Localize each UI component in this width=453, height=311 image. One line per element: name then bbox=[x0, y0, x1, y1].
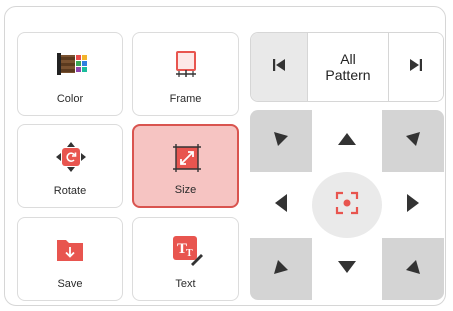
pattern-navigator: All Pattern bbox=[250, 32, 444, 102]
arrow-down-icon bbox=[337, 260, 357, 279]
center-focus-icon bbox=[335, 191, 359, 220]
text-tool-icon: T T bbox=[171, 234, 203, 266]
text-button[interactable]: T T Text bbox=[132, 217, 239, 301]
frame-button-label: Frame bbox=[169, 93, 202, 105]
move-left-button[interactable] bbox=[250, 172, 312, 238]
arrow-right-icon bbox=[406, 193, 420, 218]
save-folder-icon bbox=[55, 234, 85, 264]
arrow-up-icon bbox=[337, 132, 357, 151]
previous-pattern-button[interactable] bbox=[251, 33, 308, 101]
rotate-button-label: Rotate bbox=[53, 185, 87, 197]
color-button[interactable]: Color bbox=[17, 32, 123, 116]
pattern-label-line1: All bbox=[340, 51, 356, 67]
color-button-label: Color bbox=[56, 93, 84, 105]
size-button-label: Size bbox=[174, 184, 197, 196]
pattern-label: All Pattern bbox=[307, 33, 389, 101]
arrow-up-right-icon bbox=[404, 130, 422, 153]
svg-text:T: T bbox=[186, 248, 193, 259]
arrow-down-left-icon bbox=[272, 258, 290, 281]
direction-pad bbox=[250, 110, 444, 300]
move-right-button[interactable] bbox=[382, 172, 444, 238]
move-down-left-button[interactable] bbox=[250, 238, 312, 300]
move-down-button[interactable] bbox=[312, 238, 382, 300]
resize-icon bbox=[171, 142, 201, 172]
arrow-up-left-icon bbox=[272, 130, 290, 153]
rotate-icon bbox=[55, 141, 86, 172]
text-button-label: Text bbox=[175, 278, 196, 290]
arrow-down-right-icon bbox=[404, 258, 422, 281]
skip-next-icon bbox=[409, 58, 423, 77]
size-button[interactable]: Size bbox=[132, 124, 239, 208]
rotate-button[interactable]: Rotate bbox=[17, 124, 123, 208]
next-pattern-button[interactable] bbox=[388, 33, 443, 101]
move-up-right-button[interactable] bbox=[382, 110, 444, 172]
save-button-label: Save bbox=[57, 278, 83, 290]
save-button[interactable]: Save bbox=[17, 217, 123, 301]
pattern-label-line2: Pattern bbox=[325, 67, 371, 83]
arrow-left-icon bbox=[274, 193, 288, 218]
move-down-right-button[interactable] bbox=[382, 238, 444, 300]
color-palette-icon bbox=[55, 49, 87, 79]
move-up-button[interactable] bbox=[312, 110, 382, 172]
frame-button[interactable]: Frame bbox=[132, 32, 239, 116]
move-up-left-button[interactable] bbox=[250, 110, 312, 172]
center-button[interactable] bbox=[312, 172, 382, 238]
skip-previous-icon bbox=[272, 58, 286, 77]
frame-icon bbox=[171, 49, 201, 79]
